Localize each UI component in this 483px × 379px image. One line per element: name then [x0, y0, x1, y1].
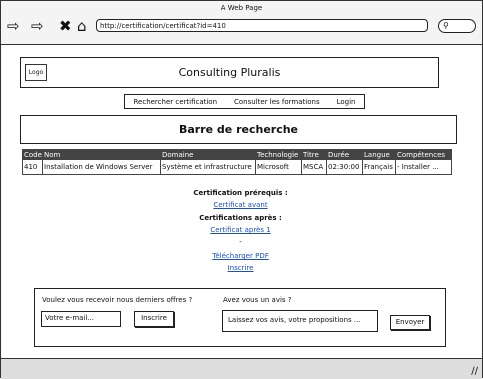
register-link[interactable]: Inscrire [228, 264, 254, 272]
status-bar: ∕∕ [1, 358, 482, 379]
after-label: Certifications après : [199, 214, 282, 222]
url-input[interactable]: http://certification/certificat?id=410 [96, 19, 428, 32]
table-header-row: Code Nom Domaine Technologie Titre Durée… [22, 149, 452, 160]
close-icon[interactable]: ✖ [59, 15, 72, 37]
after-link[interactable]: Certificat après 1 [210, 226, 270, 234]
menu-item-formations[interactable]: Consulter les formations [234, 98, 320, 106]
home-icon[interactable]: ⌂ [77, 15, 87, 37]
column-header: Langue [362, 149, 396, 160]
column-header: Nom [42, 149, 161, 160]
table-row[interactable]: 410 Installation de Windows Server Systè… [22, 159, 452, 175]
site-header: Logo Consulting Pluralis [20, 57, 439, 88]
column-header: Code [22, 149, 43, 160]
browser-search-field[interactable]: ⚲ [438, 19, 476, 33]
send-button[interactable]: Envoyer [390, 315, 430, 330]
column-header: Durée [326, 149, 363, 160]
email-input[interactable]: Votre e-mail... [41, 311, 121, 327]
table-cell: Français [362, 159, 396, 175]
certification-table: Code Nom Domaine Technologie Titre Durée… [22, 149, 452, 175]
back-arrow-icon[interactable]: ⇨ [7, 15, 20, 37]
newsletter-question: Voulez vous recevoir nous derniers offre… [42, 296, 193, 304]
table-cell: Installation de Windows Server [42, 159, 161, 175]
resize-grip-icon[interactable]: ∕∕ [471, 366, 478, 377]
table-cell: 02:30:00 [326, 159, 363, 175]
window-title: A Web Page [220, 4, 263, 12]
main-menu: Rechercher certification Consulter les f… [124, 94, 365, 109]
column-header: Compétences [395, 149, 452, 160]
menu-item-login[interactable]: Login [337, 98, 356, 106]
table-cell: Microsoft [255, 159, 302, 175]
column-header: Domaine [160, 149, 256, 160]
table-cell: - Installer ... [395, 159, 452, 175]
opinion-textarea[interactable]: Laissez vos avis, votre propositions ... [222, 310, 378, 332]
footer-panel: Voulez vous recevoir nous derniers offre… [34, 288, 446, 347]
site-title: Consulting Pluralis [178, 66, 281, 79]
forward-arrow-icon[interactable]: ⇨ [31, 15, 44, 37]
browser-window: A Web Page ⇨ ⇨ ✖ ⌂ http://certification/… [0, 0, 483, 379]
subscribe-button[interactable]: Inscrire [134, 311, 174, 327]
menu-item-rechercher[interactable]: Rechercher certification [133, 98, 217, 106]
prereq-link[interactable]: Certificat avant [213, 201, 267, 209]
table-cell: 410 [22, 159, 43, 175]
column-header: Technologie [255, 149, 302, 160]
table-cell: MSCA [301, 159, 327, 175]
search-bar[interactable]: Barre de recherche [20, 115, 457, 144]
opinion-question: Avez vous un avis ? [223, 296, 292, 304]
search-icon: ⚲ [443, 21, 449, 30]
download-pdf-link[interactable]: Télécharger PDF [212, 252, 268, 260]
prereq-label: Certification prérequis : [193, 189, 288, 197]
table-cell: Système et infrastructure [160, 159, 256, 175]
separator-dash: - [239, 238, 242, 246]
column-header: Titre [301, 149, 327, 160]
